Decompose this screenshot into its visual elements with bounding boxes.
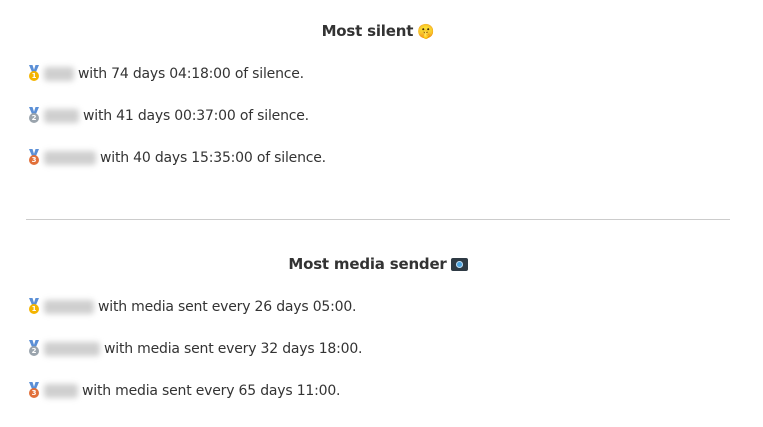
shushing-face-icon: 🤫 xyxy=(417,24,435,40)
redacted-name xyxy=(44,342,100,356)
most-silent-title: Most silent 🤫 xyxy=(0,22,756,40)
media-row-text: with media sent every 26 days 05:00. xyxy=(98,299,357,315)
redacted-name xyxy=(44,384,78,398)
redacted-name xyxy=(44,300,94,314)
camera-icon xyxy=(450,258,468,271)
silent-row-text: with 41 days 00:37:00 of silence. xyxy=(83,108,309,124)
section-divider xyxy=(26,219,730,220)
gold-medal-icon: 1 xyxy=(26,298,42,316)
bronze-medal-icon: 3 xyxy=(26,382,42,400)
silver-medal-icon: 2 xyxy=(26,107,42,125)
silent-row-1: 1 with 74 days 04:18:00 of silence. xyxy=(26,63,304,85)
gold-medal-icon: 1 xyxy=(26,65,42,83)
redacted-name xyxy=(44,151,96,165)
bronze-medal-icon: 3 xyxy=(26,149,42,167)
media-row-text: with media sent every 32 days 18:00. xyxy=(104,341,363,357)
media-row-text: with media sent every 65 days 11:00. xyxy=(82,383,341,399)
silent-row-text: with 40 days 15:35:00 of silence. xyxy=(100,150,326,166)
redacted-name xyxy=(44,67,74,81)
media-row-2: 2 with media sent every 32 days 18:00. xyxy=(26,338,362,360)
most-silent-title-text: Most silent xyxy=(321,22,414,40)
silent-row-2: 2 with 41 days 00:37:00 of silence. xyxy=(26,105,309,127)
most-media-sender-title-text: Most media sender xyxy=(288,255,447,273)
silent-row-3: 3 with 40 days 15:35:00 of silence. xyxy=(26,147,326,169)
media-row-3: 3 with media sent every 65 days 11:00. xyxy=(26,380,340,402)
silent-row-text: with 74 days 04:18:00 of silence. xyxy=(78,66,304,82)
silver-medal-icon: 2 xyxy=(26,340,42,358)
redacted-name xyxy=(44,109,79,123)
most-media-sender-title: Most media sender xyxy=(0,255,756,273)
media-row-1: 1 with media sent every 26 days 05:00. xyxy=(26,296,356,318)
